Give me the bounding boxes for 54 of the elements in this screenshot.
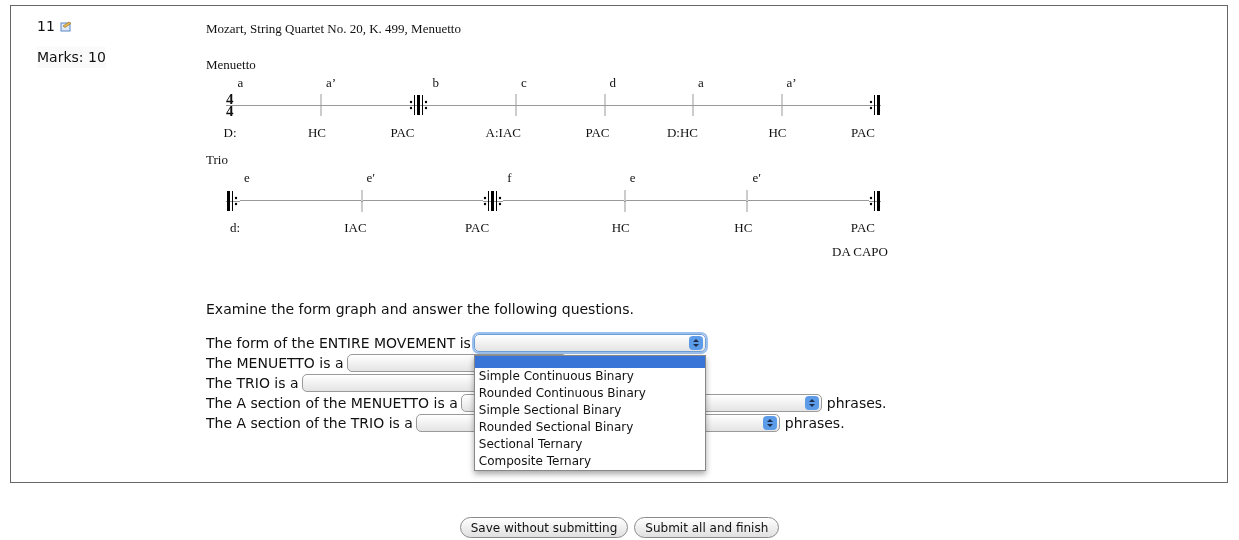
time-signature-numerator: 4	[226, 93, 234, 105]
question-prompt: The form of the ENTIRE MOVEMENT is	[206, 333, 471, 353]
suffix-text: phrases.	[826, 393, 887, 413]
suffix-text: phrases.	[784, 413, 845, 433]
instructions-text: Examine the form graph and answer the following questions.	[206, 300, 635, 319]
dropdown-option[interactable]: Simple Continuous Binary	[474, 368, 705, 385]
edit-icon[interactable]	[59, 21, 72, 32]
repeat-barline	[408, 92, 429, 118]
cadence-label: A:IAC	[485, 123, 521, 142]
cadence-label: HC	[307, 123, 326, 142]
cadence-label: D:HC	[666, 123, 698, 142]
cadence-label: IAC	[344, 219, 367, 237]
end-repeat-barline	[869, 92, 881, 118]
section-label: Trio	[206, 151, 229, 169]
cadence-label: PAC	[390, 123, 415, 142]
key-label: D:	[223, 123, 237, 142]
dropdown-option[interactable]: Composite Ternary	[474, 453, 705, 470]
dropdown-option[interactable]: Rounded Sectional Binary	[474, 419, 705, 436]
phrase-letter: a	[698, 73, 704, 92]
select-field[interactable]	[473, 334, 706, 352]
question-prompt: The MENUETTO is a	[206, 353, 344, 373]
question-prompt: The A section of the MENUETTO is a	[206, 393, 458, 413]
phrase-letter: a	[237, 73, 244, 92]
dropdown-option[interactable]: Rounded Continuous Binary	[474, 385, 705, 402]
form-button[interactable]: Save without submitting	[459, 517, 629, 538]
question-prompt: The TRIO is a	[206, 373, 299, 393]
da-capo-note: DA CAPO	[832, 242, 888, 261]
phrase-letter: f	[507, 169, 512, 187]
phrase-letter: d	[609, 73, 616, 92]
dropdown-option[interactable]: Simple Sectional Binary	[474, 402, 705, 419]
section-label: Menuetto	[206, 55, 257, 74]
cadence-label: HC	[768, 123, 787, 142]
question-number: 11	[37, 17, 55, 36]
cadence-label: PAC	[465, 219, 490, 237]
question-prompt: The A section of the TRIO is a	[206, 413, 413, 433]
cadence-label: HC	[611, 219, 630, 237]
cadence-label: HC	[734, 219, 753, 237]
key-label: d:	[230, 219, 241, 237]
phrase-letter: a’	[326, 73, 337, 92]
phrase-letter: a’	[786, 73, 797, 92]
phrase-letter: e	[244, 169, 250, 187]
cadence-label: PAC	[585, 123, 610, 142]
dropdown-option[interactable]: Sectional Ternary	[474, 436, 705, 453]
phrase-letter: b	[432, 73, 439, 92]
phrase-letter: e′	[752, 169, 761, 187]
phrase-letter: e	[629, 169, 636, 187]
time-signature-denominator: 4	[226, 105, 234, 117]
phrase-letter: e′	[366, 169, 376, 187]
phrase-letter: c	[521, 73, 527, 92]
form-button[interactable]: Submit all and finish	[634, 517, 780, 538]
piece-title: Mozart, String Quartet No. 20, K. 499, Menuetto	[206, 20, 462, 38]
cadence-label: PAC	[850, 123, 875, 142]
cadence-label: PAC	[850, 219, 875, 237]
marks-label: Marks: 10	[37, 47, 106, 68]
